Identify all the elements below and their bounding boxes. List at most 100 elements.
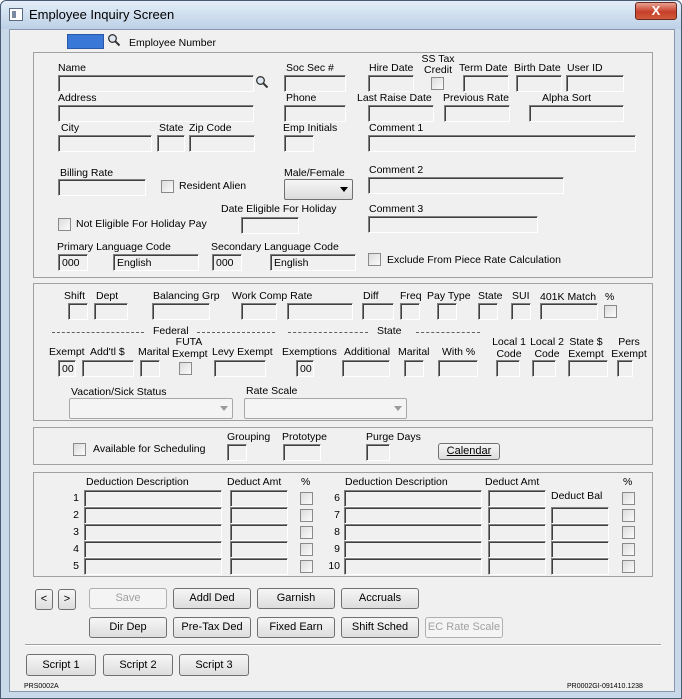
dept-field[interactable] [94, 303, 128, 320]
deduct-pct-checkbox[interactable] [300, 560, 313, 573]
primary-language-name-field[interactable]: English [113, 254, 199, 271]
prototype-field[interactable] [283, 444, 321, 461]
deduction-desc-field[interactable] [344, 541, 482, 558]
name-field[interactable] [58, 75, 254, 92]
resident-alien-checkbox[interactable] [161, 180, 174, 193]
deduct-amt-field[interactable] [488, 524, 546, 541]
state-exemptions-field[interactable]: 00 [296, 360, 314, 377]
name-search-icon[interactable] [255, 75, 269, 89]
script3-button[interactable]: Script 3 [179, 654, 249, 676]
prev-button[interactable]: < [35, 589, 53, 610]
fed-exempt-field[interactable]: 00 [58, 360, 76, 377]
zip-code-field[interactable] [189, 135, 255, 152]
401k-match-field[interactable] [540, 303, 598, 320]
sui-field[interactable] [511, 303, 531, 320]
calendar-button[interactable]: Calendar [438, 443, 500, 460]
deduct-pct-checkbox[interactable] [300, 509, 313, 522]
deduction-desc-field[interactable] [344, 507, 482, 524]
grouping-field[interactable] [227, 444, 247, 461]
secondary-language-name-field[interactable]: English [270, 254, 356, 271]
garnish-button[interactable]: Garnish [257, 588, 335, 609]
freq-field[interactable] [400, 303, 420, 320]
deduction-desc-field[interactable] [84, 558, 222, 575]
deduct-amt-field[interactable] [230, 490, 288, 507]
previous-rate-field[interactable] [444, 105, 510, 122]
rate-scale-dropdown[interactable] [244, 398, 407, 419]
male-female-dropdown[interactable] [284, 179, 353, 200]
work-comp-rate-field2[interactable] [287, 303, 353, 320]
deduct-pct-checkbox[interactable] [622, 560, 635, 573]
deduction-desc-field[interactable] [344, 524, 482, 541]
fed-addtl-field[interactable] [82, 360, 134, 377]
deduct-amt-field[interactable] [230, 558, 288, 575]
soc-sec-field[interactable] [284, 75, 346, 92]
payroll-state-field[interactable] [478, 303, 498, 320]
deduction-desc-field[interactable] [84, 490, 222, 507]
deduction-desc-field[interactable] [84, 541, 222, 558]
employee-search-icon[interactable] [107, 33, 121, 47]
script1-button[interactable]: Script 1 [26, 654, 96, 676]
shift-field[interactable] [68, 303, 88, 320]
deduct-amt-field[interactable] [488, 541, 546, 558]
deduct-pct-checkbox[interactable] [622, 526, 635, 539]
purge-days-field[interactable] [366, 444, 390, 461]
birth-date-field[interactable] [516, 75, 562, 92]
alpha-sort-field[interactable] [529, 105, 624, 122]
deduct-pct-checkbox[interactable] [300, 526, 313, 539]
deduct-bal-field[interactable] [551, 558, 609, 575]
deduction-desc-field[interactable] [84, 507, 222, 524]
deduct-bal-field[interactable] [551, 524, 609, 541]
deduct-pct-checkbox[interactable] [622, 509, 635, 522]
shift-sched-button[interactable]: Shift Sched [341, 617, 419, 638]
deduct-pct-checkbox[interactable] [300, 492, 313, 505]
script2-button[interactable]: Script 2 [103, 654, 173, 676]
deduct-amt-field[interactable] [488, 490, 546, 507]
ec-rate-scale-button[interactable]: EC Rate Scale [425, 617, 503, 638]
addl-ded-button[interactable]: Addl Ded [173, 588, 251, 609]
deduct-amt-field[interactable] [230, 524, 288, 541]
deduct-amt-field[interactable] [488, 507, 546, 524]
deduct-amt-field[interactable] [488, 558, 546, 575]
401k-percent-checkbox[interactable] [604, 305, 617, 318]
state-field[interactable] [157, 135, 185, 152]
local2-code-field[interactable] [532, 360, 556, 377]
phone-field[interactable] [284, 105, 346, 122]
deduct-bal-field[interactable] [551, 541, 609, 558]
vacation-sick-dropdown[interactable] [69, 398, 233, 419]
user-id-field[interactable] [566, 75, 624, 92]
deduct-amt-field[interactable] [230, 507, 288, 524]
comment2-field[interactable] [368, 177, 564, 194]
levy-exempt-field[interactable] [214, 360, 266, 377]
pretax-ded-button[interactable]: Pre-Tax Ded [173, 617, 251, 638]
deduct-pct-checkbox[interactable] [622, 492, 635, 505]
date-eligible-holiday-field[interactable] [241, 217, 299, 234]
available-scheduling-checkbox[interactable] [73, 443, 86, 456]
ss-tax-credit-checkbox[interactable] [431, 77, 444, 90]
last-raise-date-field[interactable] [368, 105, 434, 122]
not-eligible-holiday-checkbox[interactable] [58, 218, 71, 231]
employee-number-field[interactable] [67, 34, 104, 49]
deduct-pct-checkbox[interactable] [300, 543, 313, 556]
city-field[interactable] [58, 135, 152, 152]
local1-code-field[interactable] [496, 360, 520, 377]
fixed-earn-button[interactable]: Fixed Earn [257, 617, 335, 638]
balancing-grp-field[interactable] [152, 303, 210, 320]
address-field[interactable] [58, 105, 254, 122]
state-marital-field[interactable] [404, 360, 424, 377]
accruals-button[interactable]: Accruals [341, 588, 419, 609]
pers-exempt-field[interactable] [617, 360, 633, 377]
with-pct-field[interactable] [438, 360, 478, 377]
close-button[interactable]: X [635, 2, 677, 20]
exclude-piece-rate-checkbox[interactable] [368, 253, 381, 266]
deduction-desc-field[interactable] [344, 558, 482, 575]
work-comp-rate-field1[interactable] [241, 303, 277, 320]
billing-rate-field[interactable] [58, 179, 146, 196]
deduct-bal-field[interactable] [551, 507, 609, 524]
comment1-field[interactable] [368, 135, 636, 152]
diff-field[interactable] [362, 303, 394, 320]
pay-type-field[interactable] [437, 303, 457, 320]
deduct-amt-field[interactable] [230, 541, 288, 558]
emp-initials-field[interactable] [284, 135, 314, 152]
futa-exempt-checkbox[interactable] [179, 362, 192, 375]
dir-dep-button[interactable]: Dir Dep [89, 617, 167, 638]
